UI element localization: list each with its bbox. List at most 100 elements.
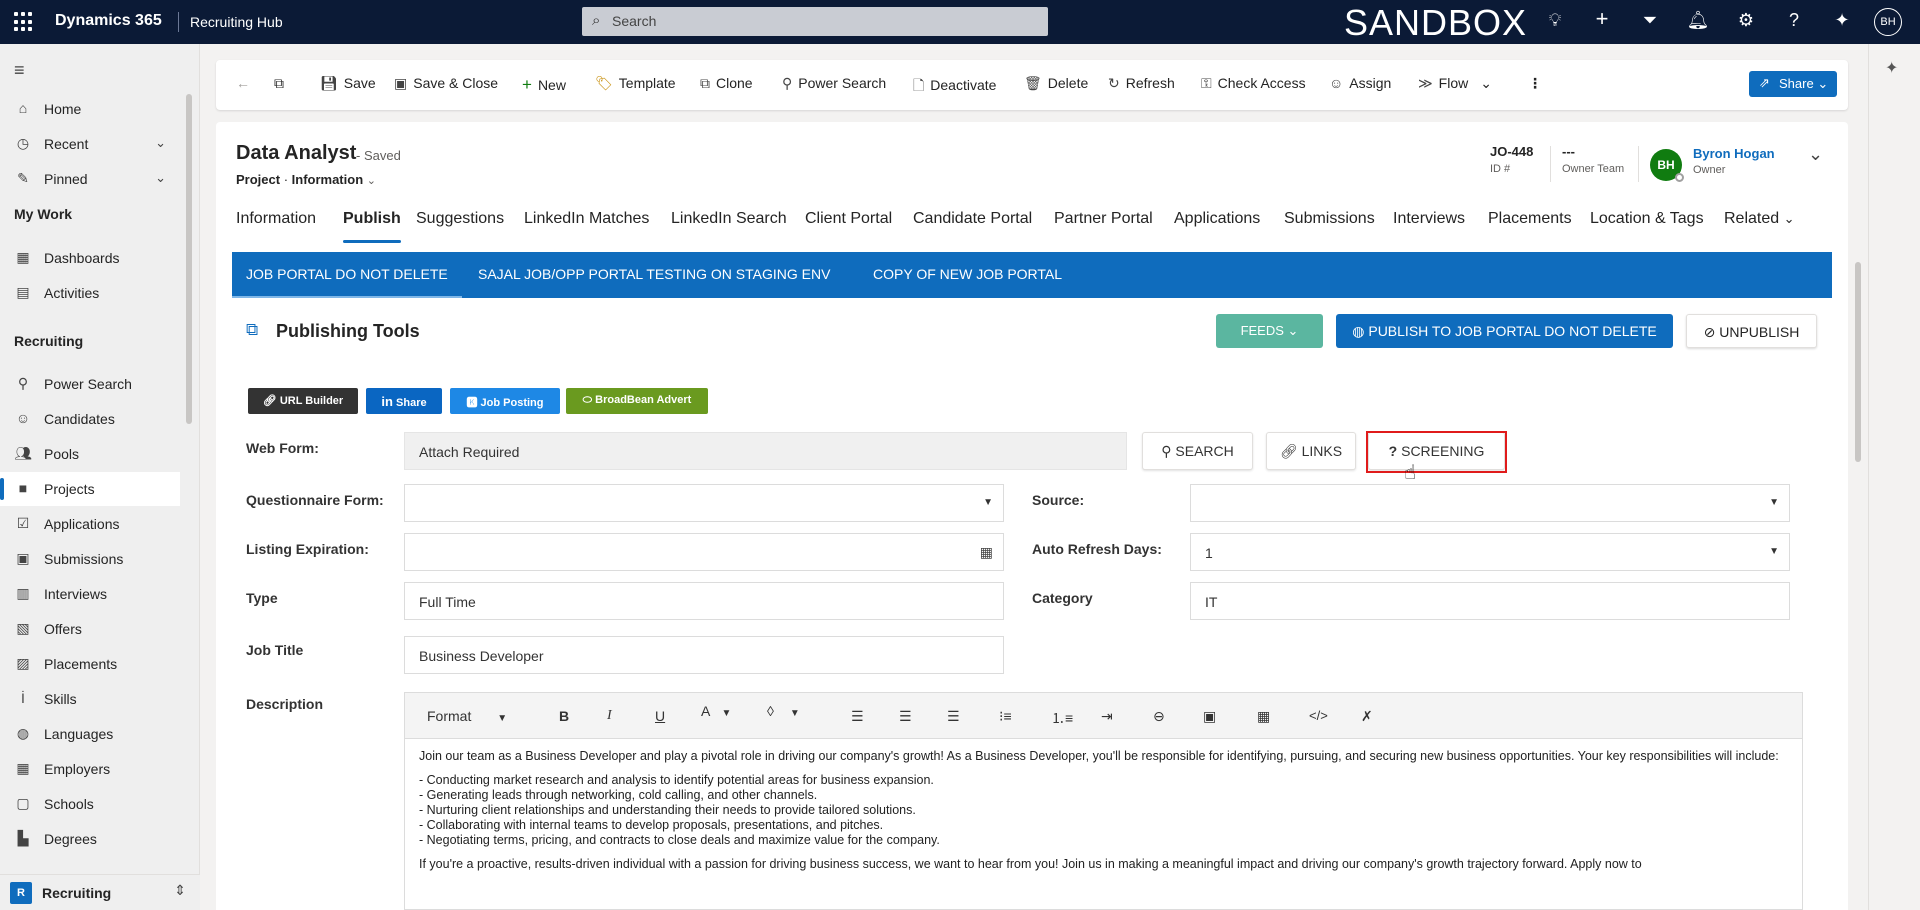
- auto-refresh-select[interactable]: 1 ▼: [1190, 533, 1790, 571]
- delete-button[interactable]: 🗑︎ Delete: [1024, 75, 1088, 92]
- align-center-icon[interactable]: ☰: [899, 708, 912, 725]
- numbered-list-icon[interactable]: ⒈≡: [1051, 708, 1073, 728]
- type-input[interactable]: Full Time: [404, 582, 1004, 620]
- linkedin-share-button[interactable]: in Share: [366, 388, 442, 414]
- image-icon[interactable]: ▣: [1203, 708, 1216, 725]
- app-name[interactable]: Dynamics 365: [55, 12, 162, 30]
- new-button[interactable]: + New: [522, 75, 566, 95]
- tab-candidate-portal[interactable]: Candidate Portal: [913, 210, 1032, 228]
- area-switcher[interactable]: R Recruiting ⇕: [0, 874, 200, 910]
- gear-icon[interactable]: ⚙: [1734, 10, 1758, 31]
- unpublish-button[interactable]: ⊘ UNPUBLISH: [1686, 314, 1817, 348]
- power-search-button[interactable]: ⚲ Power Search: [782, 75, 886, 92]
- sidebar-item-dashboards[interactable]: ▦ Dashboards: [0, 241, 180, 275]
- broadbean-button[interactable]: ⬭ BroadBean Advert: [566, 388, 708, 414]
- indent-icon[interactable]: ⇥: [1101, 708, 1113, 725]
- format-dropdown[interactable]: Format ▼: [427, 708, 507, 724]
- copilot-icon[interactable]: ✦: [1830, 10, 1854, 31]
- sidebar-scrollbar[interactable]: [186, 94, 192, 424]
- feeds-button[interactable]: FEEDS ⌄: [1216, 314, 1323, 348]
- tab-interviews[interactable]: Interviews: [1393, 210, 1465, 228]
- tab-client-portal[interactable]: Client Portal: [805, 210, 892, 228]
- underline-icon[interactable]: U: [655, 708, 665, 724]
- align-right-icon[interactable]: ☰: [947, 708, 960, 725]
- owner-name-link[interactable]: Byron Hogan: [1693, 146, 1775, 161]
- refresh-button[interactable]: ↻ Refresh: [1108, 75, 1175, 92]
- table-icon[interactable]: ▦: [1257, 708, 1270, 725]
- sidebar-item-home[interactable]: ⌂ Home: [0, 92, 180, 126]
- italic-icon[interactable]: I: [607, 708, 612, 724]
- description-editor[interactable]: Format ▼ B I U A ▼ ◊ ▼ ☰ ☰ ☰ ⁝≡ ⒈≡ ⇥ ⊖ ▣…: [404, 692, 1803, 910]
- url-builder-button[interactable]: 🔗︎ URL Builder: [248, 388, 358, 414]
- bell-icon[interactable]: 🔔︎: [1686, 10, 1710, 31]
- category-input[interactable]: IT: [1190, 582, 1790, 620]
- publish-button[interactable]: ◍ PUBLISH TO JOB PORTAL DO NOT DELETE: [1336, 314, 1673, 348]
- copilot-icon[interactable]: ✦: [1885, 58, 1898, 78]
- sidebar-item-activities[interactable]: ▤ Activities: [0, 276, 180, 310]
- filter-icon[interactable]: ⏷: [1638, 10, 1662, 31]
- chevron-down-icon[interactable]: ⌄: [155, 135, 166, 151]
- area-name[interactable]: Recruiting Hub: [190, 14, 283, 30]
- portal-tab-copy[interactable]: COPY OF NEW JOB PORTAL: [873, 266, 1062, 282]
- tab-submissions[interactable]: Submissions: [1284, 210, 1375, 228]
- questionnaire-select[interactable]: ▼: [404, 484, 1004, 522]
- job-title-input[interactable]: Business Developer: [404, 636, 1004, 674]
- tab-placements[interactable]: Placements: [1488, 210, 1572, 228]
- bullet-list-icon[interactable]: ⁝≡: [999, 708, 1012, 725]
- save-button[interactable]: 💾︎ Save: [320, 75, 376, 92]
- hamburger-icon[interactable]: ≡: [14, 60, 25, 81]
- clear-format-icon[interactable]: ✗: [1361, 708, 1373, 725]
- check-access-button[interactable]: ⚿ Check Access: [1201, 75, 1306, 92]
- tab-partner-portal[interactable]: Partner Portal: [1054, 210, 1153, 228]
- popout-icon[interactable]: ⧉: [274, 75, 284, 92]
- sidebar-item-schools[interactable]: ▢ Schools: [0, 787, 180, 821]
- save-close-button[interactable]: ▣ Save & Close: [394, 75, 498, 92]
- tab-location-tags[interactable]: Location & Tags: [1590, 210, 1704, 228]
- sidebar-item-skills[interactable]: İ Skills: [0, 682, 180, 716]
- back-arrow-icon[interactable]: ←: [236, 75, 250, 91]
- lightbulb-icon[interactable]: 💡︎: [1543, 10, 1567, 31]
- form-selector[interactable]: Information: [292, 172, 364, 187]
- tab-publish[interactable]: Publish: [343, 210, 401, 243]
- more-commands-icon[interactable]: ⋮: [1528, 75, 1542, 92]
- app-launcher-icon[interactable]: [14, 12, 34, 32]
- links-button[interactable]: 🔗︎ LINKS: [1266, 432, 1356, 470]
- bold-icon[interactable]: B: [559, 708, 569, 724]
- sidebar-item-placements[interactable]: ▨ Placements: [0, 647, 180, 681]
- align-left-icon[interactable]: ☰: [851, 708, 864, 725]
- web-form-field[interactable]: Attach Required: [404, 432, 1127, 470]
- sidebar-item-languages[interactable]: ◍ Languages: [0, 717, 180, 751]
- tab-suggestions[interactable]: Suggestions: [416, 210, 504, 228]
- chevron-down-icon[interactable]: ⌄: [155, 170, 166, 186]
- portal-tab-job-portal[interactable]: JOB PORTAL DO NOT DELETE: [232, 266, 462, 298]
- sidebar-item-applications[interactable]: ☑ Applications: [0, 507, 180, 541]
- sidebar-item-pools[interactable]: 👥︎ Pools: [0, 437, 180, 471]
- deactivate-button[interactable]: 🗋︎ Deactivate: [913, 75, 996, 99]
- source-select[interactable]: ▼: [1190, 484, 1790, 522]
- calendar-icon[interactable]: ▦: [980, 544, 993, 561]
- sidebar-item-submissions[interactable]: ▣ Submissions: [0, 542, 180, 576]
- help-icon[interactable]: ?: [1782, 10, 1806, 31]
- sidebar-item-employers[interactable]: ▦ Employers: [0, 752, 180, 786]
- sidebar-item-degrees[interactable]: ▙ Degrees: [0, 822, 180, 856]
- sidebar-item-power-search[interactable]: ⚲ Power Search: [0, 367, 180, 401]
- tab-applications[interactable]: Applications: [1174, 210, 1260, 228]
- sidebar-item-offers[interactable]: ▧ Offers: [0, 612, 180, 646]
- portal-tab-sajal[interactable]: SAJAL JOB/OPP PORTAL TESTING ON STAGING …: [478, 266, 830, 282]
- sidebar-item-pinned[interactable]: ✎ Pinned ⌄: [0, 162, 180, 196]
- listing-expiration-input[interactable]: ▦: [404, 533, 1004, 571]
- editor-content[interactable]: Join our team as a Business Developer an…: [419, 749, 1789, 881]
- global-search-input[interactable]: ⌕ Search: [582, 7, 1048, 36]
- flow-button[interactable]: ≫ Flow ⌄: [1418, 75, 1492, 92]
- sidebar-item-recent[interactable]: ◷ Recent ⌄: [0, 127, 180, 161]
- link-icon[interactable]: ⊖: [1153, 708, 1165, 725]
- sidebar-item-projects[interactable]: ■ Projects: [0, 472, 180, 506]
- tab-related[interactable]: Related ⌄: [1724, 210, 1795, 228]
- job-posting-button[interactable]: 🅺︎ Job Posting: [450, 388, 560, 414]
- code-view-icon[interactable]: </>: [1309, 708, 1328, 723]
- tab-linkedin-search[interactable]: LinkedIn Search: [671, 210, 787, 228]
- assign-button[interactable]: ☺ Assign: [1329, 75, 1391, 91]
- plus-icon[interactable]: +: [1590, 6, 1614, 32]
- content-scrollbar[interactable]: [1855, 262, 1861, 462]
- tab-linkedin-matches[interactable]: LinkedIn Matches: [524, 210, 649, 228]
